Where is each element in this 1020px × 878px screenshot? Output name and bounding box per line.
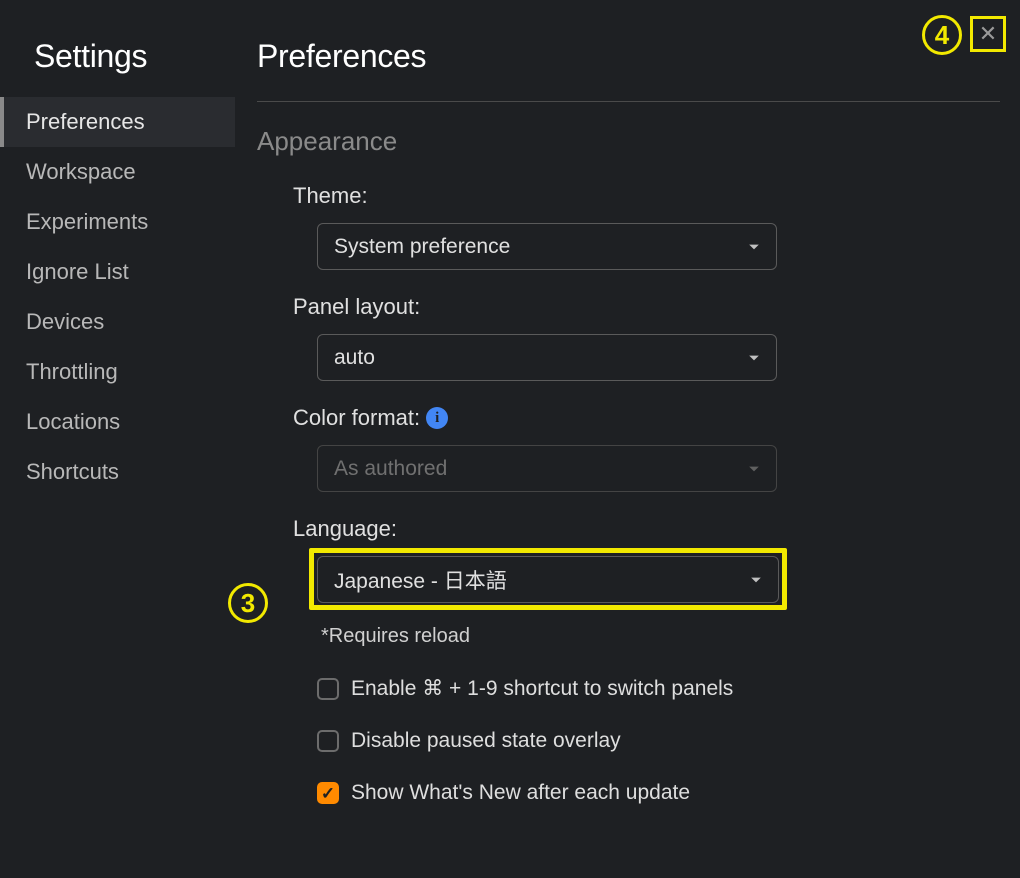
field-panel-layout: Panel layout: auto [293,294,1000,381]
checkbox-checked-icon: ✓ [317,782,339,804]
checkbox-label: Disable paused state overlay [351,729,621,753]
checkbox-whats-new[interactable]: ✓ Show What's New after each update [317,781,1000,805]
sidebar-item-locations[interactable]: Locations [0,397,235,447]
language-value: Japanese - 日本語 [334,565,507,595]
page-title: Preferences [257,38,1000,75]
settings-sidebar: Settings Preferences Workspace Experimen… [0,0,235,878]
chevron-down-icon [750,568,762,592]
checkbox-icon [317,678,339,700]
field-color-format: Color format: i As authored [293,405,1000,492]
divider [257,101,1000,102]
panel-layout-select[interactable]: auto [317,334,777,381]
field-language: Language: Japanese - 日本語 *Requires reloa… [293,516,1000,648]
preferences-panel: Preferences Appearance Theme: System pre… [235,0,1020,878]
sidebar-title: Settings [0,38,235,97]
color-format-value: As authored [334,457,447,481]
chevron-down-icon [748,346,760,370]
checkbox-label: Enable ⌘ + 1-9 shortcut to switch panels [351,676,733,701]
panel-layout-label: Panel layout: [293,294,1000,320]
color-format-select: As authored [317,445,777,492]
checkbox-disable-overlay[interactable]: Disable paused state overlay [317,729,1000,753]
language-note: *Requires reload [321,625,1000,648]
close-button[interactable]: ✕ [975,21,1001,47]
panel-layout-value: auto [334,346,375,370]
section-appearance: Appearance [257,126,1000,157]
theme-label: Theme: [293,183,1000,209]
sidebar-item-shortcuts[interactable]: Shortcuts [0,447,235,497]
sidebar-item-workspace[interactable]: Workspace [0,147,235,197]
field-theme: Theme: System preference [293,183,1000,270]
language-select[interactable]: Japanese - 日本語 [317,556,779,603]
sidebar-item-experiments[interactable]: Experiments [0,197,235,247]
theme-select[interactable]: System preference [317,223,777,270]
annotation-marker-3: 3 [228,583,268,623]
close-icon: ✕ [979,21,997,47]
chevron-down-icon [748,235,760,259]
language-label: Language: [293,516,1000,542]
sidebar-item-preferences[interactable]: Preferences [0,97,235,147]
checkbox-icon [317,730,339,752]
sidebar-item-ignore-list[interactable]: Ignore List [0,247,235,297]
chevron-down-icon [748,457,760,481]
theme-value: System preference [334,235,510,259]
annotation-marker-4: 4 [922,15,962,55]
info-icon[interactable]: i [426,407,448,429]
checkbox-shortcut-panels[interactable]: Enable ⌘ + 1-9 shortcut to switch panels [317,676,1000,701]
color-format-label: Color format: i [293,405,1000,431]
sidebar-item-devices[interactable]: Devices [0,297,235,347]
sidebar-item-throttling[interactable]: Throttling [0,347,235,397]
annotation-highlight-close: ✕ [970,16,1006,52]
checkbox-label: Show What's New after each update [351,781,690,805]
